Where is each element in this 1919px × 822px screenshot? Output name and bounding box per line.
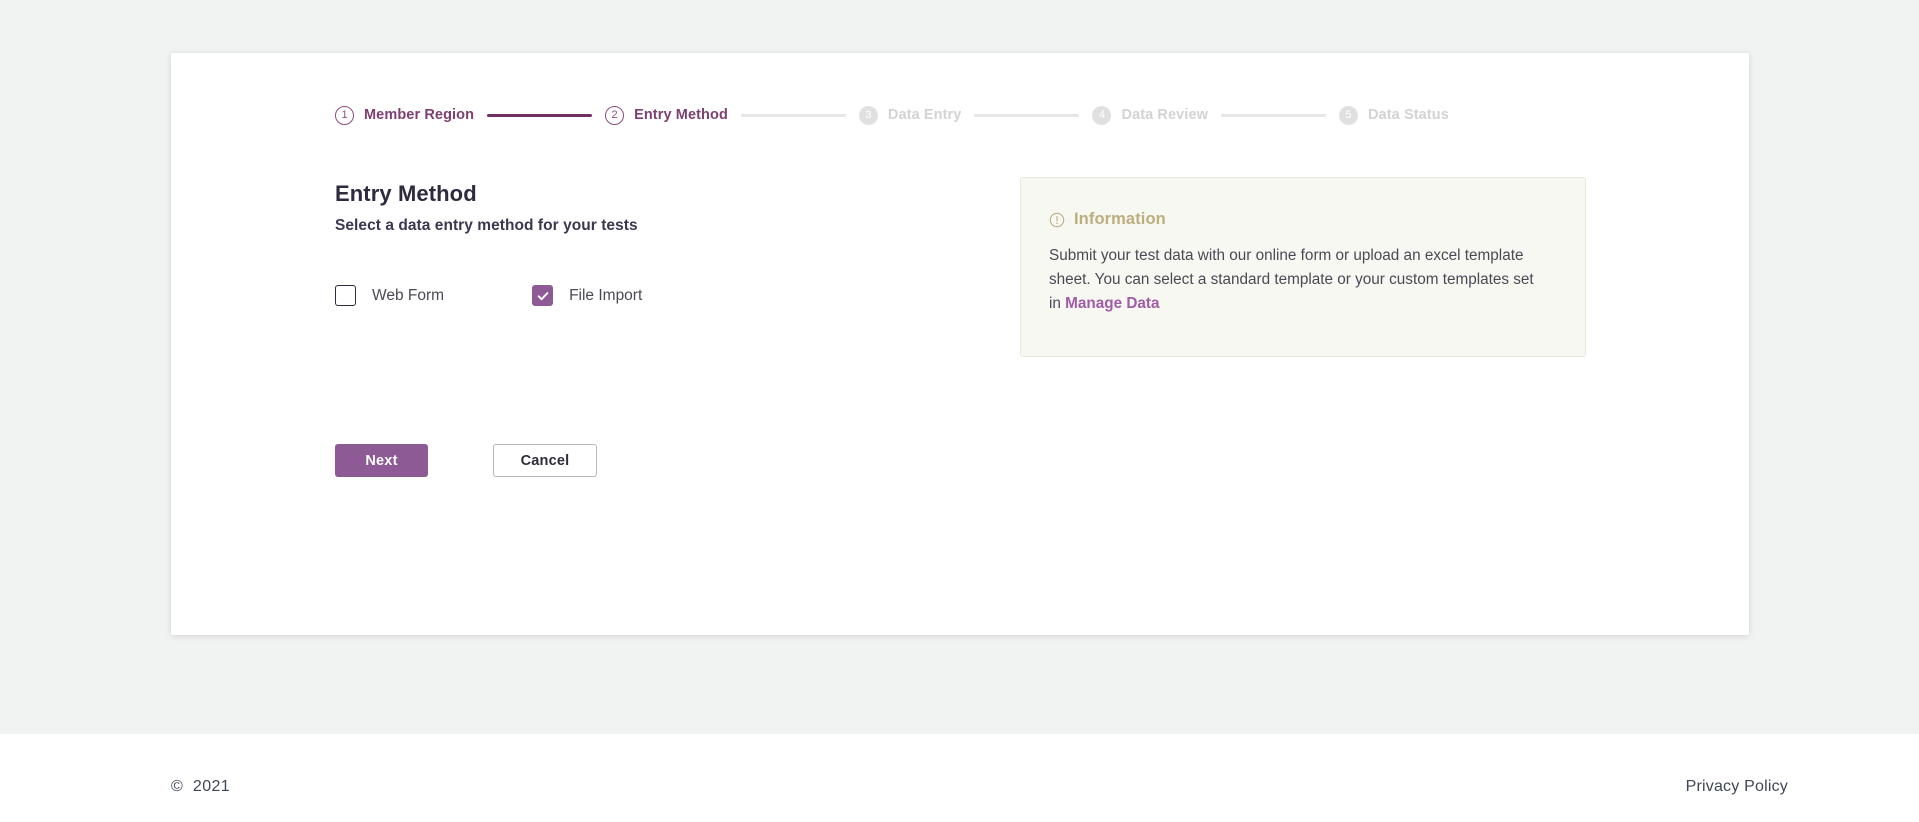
- step-number-badge: 1: [335, 105, 354, 125]
- wizard-actions: Next Cancel: [335, 444, 597, 477]
- step-label: Member Region: [364, 107, 475, 123]
- information-body: Submit your test data with our online fo…: [1049, 244, 1549, 316]
- cancel-button[interactable]: Cancel: [493, 444, 597, 477]
- step-number-badge: 3: [858, 105, 878, 125]
- next-button[interactable]: Next: [335, 444, 428, 477]
- entry-method-section: Entry Method Select a data entry method …: [335, 181, 975, 235]
- step-data-status[interactable]: 5 Data Status: [1338, 105, 1449, 125]
- page-footer: © 2021 Privacy Policy: [0, 734, 1919, 822]
- copyright-year: 2021: [192, 778, 231, 795]
- step-connector-1: [487, 113, 593, 117]
- step-data-entry[interactable]: 3 Data Entry: [858, 105, 962, 125]
- step-label: Data Review: [1121, 107, 1208, 123]
- copyright-symbol: ©: [171, 778, 184, 795]
- page-title: Entry Method: [335, 181, 477, 206]
- step-label: Entry Method: [634, 107, 728, 123]
- information-header: Information: [1049, 210, 1557, 229]
- step-connector-3: [974, 113, 1080, 117]
- step-label: Data Status: [1367, 107, 1449, 123]
- information-title: Information: [1074, 210, 1166, 228]
- copyright-text: © 2021: [171, 778, 230, 796]
- step-label: Data Entry: [887, 107, 962, 123]
- information-panel: Information Submit your test data with o…: [1020, 177, 1586, 357]
- step-number-badge: 4: [1092, 105, 1112, 125]
- exclamation-circle-icon: [1049, 212, 1065, 228]
- step-number-badge: 5: [1338, 105, 1358, 125]
- page-subtitle: Select a data entry method for your test…: [335, 217, 638, 234]
- step-connector-2: [740, 113, 846, 117]
- option-web-form[interactable]: Web Form: [335, 285, 444, 306]
- step-entry-method[interactable]: 2 Entry Method: [605, 105, 728, 125]
- wizard-stepper: 1 Member Region 2 Entry Method 3 Data En…: [335, 101, 1449, 129]
- step-data-review[interactable]: 4 Data Review: [1092, 105, 1208, 125]
- app-page: 1 Member Region 2 Entry Method 3 Data En…: [0, 0, 1919, 822]
- entry-method-options: Web Form File Import: [335, 285, 642, 306]
- checkbox-checked-icon[interactable]: [532, 285, 554, 306]
- option-file-import[interactable]: File Import: [532, 285, 642, 306]
- privacy-policy-link[interactable]: Privacy Policy: [1686, 778, 1788, 796]
- option-label: File Import: [569, 286, 643, 304]
- step-number-badge: 2: [605, 105, 625, 125]
- manage-data-link[interactable]: Manage Data: [1065, 295, 1159, 312]
- step-connector-4: [1220, 113, 1326, 117]
- option-label: Web Form: [372, 286, 445, 304]
- step-member-region[interactable]: 1 Member Region: [335, 105, 475, 125]
- checkbox-empty-icon[interactable]: [335, 285, 356, 306]
- wizard-card: 1 Member Region 2 Entry Method 3 Data En…: [171, 53, 1749, 635]
- footer-inner: © 2021 Privacy Policy: [0, 734, 1919, 822]
